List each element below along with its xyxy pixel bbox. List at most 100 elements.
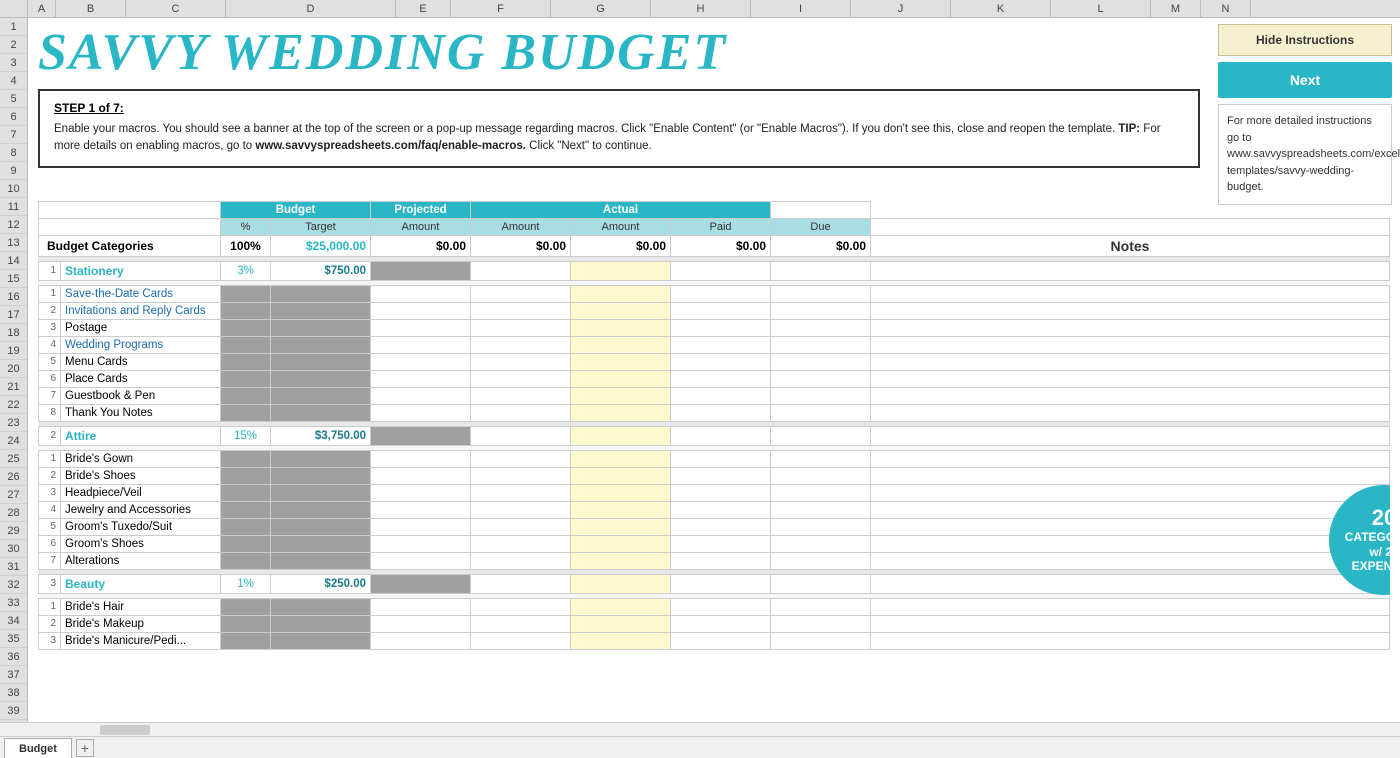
budget-table-container: Budget Projected Actual % Target Amount … <box>38 201 1390 650</box>
item-name-menu[interactable]: Menu Cards <box>61 353 221 370</box>
cat-actual-stationery[interactable] <box>571 261 671 280</box>
due-total: $0.00 <box>771 235 871 256</box>
cat-budget-stationery <box>371 261 471 280</box>
item-row-postage: 3 Postage <box>39 319 1390 336</box>
projected-amount-header: Amount <box>471 218 571 235</box>
item-name-brides-shoes[interactable]: Bride's Shoes <box>61 467 221 484</box>
header-row-2: % Target Amount Amount Amount Paid Due <box>39 218 1390 235</box>
badge-label1: CATEGORIES <box>1345 530 1390 544</box>
item-name-thankyou[interactable]: Thank You Notes <box>61 404 221 421</box>
notes-header: Notes <box>871 235 1390 256</box>
item-row-alterations: 7 Alterations <box>39 552 1390 569</box>
projected-amount-total: $0.00 <box>471 235 571 256</box>
item-row-save-date: 1 Save-the-Date Cards <box>39 285 1390 302</box>
instructions-text-2: Click "Next" to continue. <box>526 140 652 152</box>
cat-name-attire[interactable]: Attire <box>61 426 221 445</box>
item-row-programs: 4 Wedding Programs <box>39 336 1390 353</box>
item-row-menu: 5 Menu Cards <box>39 353 1390 370</box>
horizontal-scrollbar[interactable] <box>100 725 150 735</box>
paid-total: $0.00 <box>671 235 771 256</box>
instructions-text-1: Enable your macros. You should see a ban… <box>54 123 1115 135</box>
item-row-brides-makeup: 2 Bride's Makeup <box>39 615 1390 632</box>
item-row-brides-gown: 1 Bride's Gown <box>39 450 1390 467</box>
cat-percent-stationery: 3% <box>221 261 271 280</box>
hide-instructions-button[interactable]: Hide Instructions <box>1218 24 1392 56</box>
main-area: 1 2 3 4 5 6 7 8 9 10 11 12 13 14 15 16 1… <box>0 18 1400 722</box>
tab-budget[interactable]: Budget <box>4 738 72 758</box>
app-title: SAVVY WEDDING BUDGET <box>38 24 1190 81</box>
item-name-save-date[interactable]: Save-the-Date Cards <box>61 285 221 302</box>
projected-header: Projected <box>371 201 471 218</box>
instructions-text: Enable your macros. You should see a ban… <box>54 121 1184 156</box>
badge-label2: w/ 20 <box>1369 545 1390 559</box>
actual-header: Actual <box>471 201 771 218</box>
category-attire-row: 2 Attire 15% $3,750.00 <box>39 426 1390 445</box>
tab-add-button[interactable]: + <box>76 739 94 757</box>
scroll-bar-bottom[interactable] <box>0 722 1400 736</box>
cat-due-stationery[interactable] <box>771 261 871 280</box>
percent-total: 100% <box>221 235 271 256</box>
cat-notes-stationery[interactable] <box>871 261 1390 280</box>
target-total: $25,000.00 <box>271 235 371 256</box>
cat-target-beauty: $250.00 <box>271 574 371 593</box>
right-panel: Hide Instructions Next For more detailed… <box>1210 18 1400 211</box>
item-name-alterations[interactable]: Alterations <box>61 552 221 569</box>
item-row-guestbook: 7 Guestbook & Pen <box>39 387 1390 404</box>
next-button[interactable]: Next <box>1218 62 1392 98</box>
item-name-veil[interactable]: Headpiece/Veil <box>61 484 221 501</box>
paid-header: Paid <box>671 218 771 235</box>
budget-table: Budget Projected Actual % Target Amount … <box>38 201 1390 650</box>
item-row-thankyou: 8 Thank You Notes <box>39 404 1390 421</box>
item-name-place-cards[interactable]: Place Cards <box>61 370 221 387</box>
cat-num-stationery: 1 <box>39 261 61 280</box>
item-name-tuxedo[interactable]: Groom's Tuxedo/Suit <box>61 518 221 535</box>
budget-amount-header: Amount <box>371 218 471 235</box>
cat-name-beauty[interactable]: Beauty <box>61 574 221 593</box>
item-row-invitations: 2 Invitations and Reply Cards <box>39 302 1390 319</box>
tab-bar: Budget + <box>0 736 1400 758</box>
more-info-box: For more detailed instructions go to www… <box>1218 104 1392 205</box>
target-header: Target <box>271 218 371 235</box>
item-name-brides-hair[interactable]: Bride's Hair <box>61 598 221 615</box>
item-row-tuxedo: 5 Groom's Tuxedo/Suit 20 CATEGORIES w/ 2… <box>39 518 1390 535</box>
due-header: Due <box>771 218 871 235</box>
instructions-box: STEP 1 of 7: Enable your macros. You sho… <box>38 89 1200 168</box>
cat-target-stationery: $750.00 <box>271 261 371 280</box>
item-name-postage[interactable]: Postage <box>61 319 221 336</box>
spreadsheet: A B C D E F G H I J K L M N 1 2 3 4 5 6 … <box>0 0 1400 758</box>
actual-amount-total: $0.00 <box>571 235 671 256</box>
cat-percent-beauty: 1% <box>221 574 271 593</box>
categories-header: Budget Categories <box>39 235 221 256</box>
item-name-brides-makeup[interactable]: Bride's Makeup <box>61 615 221 632</box>
item-name-brides-mani[interactable]: Bride's Manicure/Pedi... <box>61 632 221 649</box>
item-name-invitations[interactable]: Invitations and Reply Cards <box>61 302 221 319</box>
item-name-programs[interactable]: Wedding Programs <box>61 336 221 353</box>
header-row-3: Budget Categories 100% $25,000.00 $0.00 … <box>39 235 1390 256</box>
actual-amount-header: Amount <box>571 218 671 235</box>
budget-header: Budget <box>221 201 371 218</box>
cat-target-attire: $3,750.00 <box>271 426 371 445</box>
step-label: STEP 1 of 7: <box>54 101 1184 115</box>
item-row-place-cards: 6 Place Cards <box>39 370 1390 387</box>
item-row-brides-shoes: 2 Bride's Shoes <box>39 467 1390 484</box>
item-row-veil: 3 Headpiece/Veil <box>39 484 1390 501</box>
item-name-brides-gown[interactable]: Bride's Gown <box>61 450 221 467</box>
column-headers: A B C D E F G H I J K L M N <box>0 0 1400 18</box>
cat-projected-stationery[interactable] <box>471 261 571 280</box>
item-row-brides-hair: 1 Bride's Hair <box>39 598 1390 615</box>
item-name-jewelry[interactable]: Jewelry and Accessories <box>61 501 221 518</box>
item-row-jewelry: 4 Jewelry and Accessories <box>39 501 1390 518</box>
category-stationery-row: 1 Stationery 3% $750.00 <box>39 261 1390 280</box>
title-section: SAVVY WEDDING BUDGET <box>28 18 1200 85</box>
budget-amount-total: $0.00 <box>371 235 471 256</box>
item-name-guestbook[interactable]: Guestbook & Pen <box>61 387 221 404</box>
item-name-grooms-shoes[interactable]: Groom's Shoes <box>61 535 221 552</box>
header-row-1: Budget Projected Actual <box>39 201 1390 218</box>
cat-name-stationery[interactable]: Stationery <box>61 261 221 280</box>
instructions-link: www.savvyspreadsheets.com/faq/enable-mac… <box>255 140 526 152</box>
badge-label3: EXPENSES <box>1352 559 1390 573</box>
cat-paid-stationery[interactable] <box>671 261 771 280</box>
item-row-grooms-shoes: 6 Groom's Shoes <box>39 535 1390 552</box>
percent-header: % <box>221 218 271 235</box>
badge-num: 20 <box>1372 506 1390 530</box>
